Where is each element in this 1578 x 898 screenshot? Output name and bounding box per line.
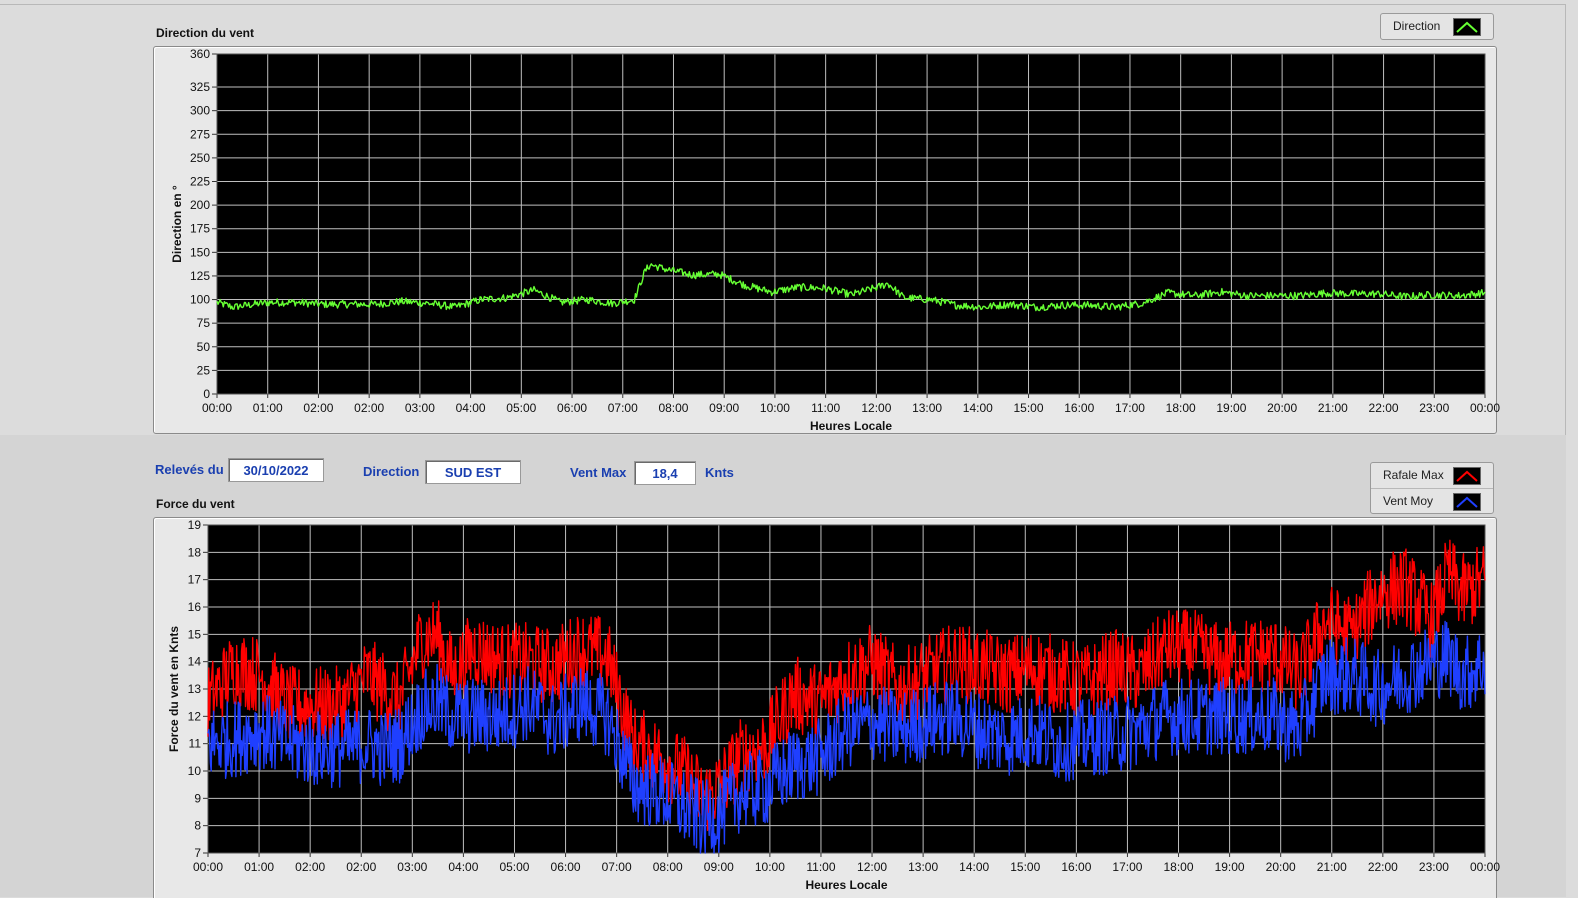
- x-tick-label: 17:00: [1115, 401, 1145, 415]
- y-tick-label: 19: [188, 518, 202, 532]
- x-tick-label: 20:00: [1267, 401, 1297, 415]
- y-tick-label: 225: [190, 175, 210, 189]
- x-tick-label: 01:00: [244, 860, 274, 874]
- x-tick-label: 21:00: [1317, 860, 1347, 874]
- x-tick-label: 05:00: [499, 860, 529, 874]
- y-tick-label: 275: [190, 127, 210, 141]
- x-tick-label: 02:00: [295, 860, 325, 874]
- x-tick-label: 08:00: [653, 860, 683, 874]
- x-tick-label: 21:00: [1318, 401, 1348, 415]
- y-tick-label: 200: [190, 198, 210, 212]
- x-tick-label: 09:00: [704, 860, 734, 874]
- x-tick-label: 15:00: [1010, 860, 1040, 874]
- x-tick-label: 03:00: [397, 860, 427, 874]
- charts-canvas: 00:00 01:00 02:00 02:00 03:00 04:00 05:00 06:00…: [167, 47, 1500, 892]
- x-tick-label: 16:00: [1061, 860, 1091, 874]
- y-tick-label: 150: [190, 245, 210, 259]
- x-tick-label: 23:00: [1419, 860, 1449, 874]
- x-tick-label: 03:00: [405, 401, 435, 415]
- x-tick-label: 10:00: [760, 401, 790, 415]
- y-tick-label: 50: [197, 340, 211, 354]
- x-tick-label: 05:00: [506, 401, 536, 415]
- y-tick-label: 300: [190, 104, 210, 118]
- y-tick-label: 175: [190, 222, 210, 236]
- x-tick-label: 00:00: [193, 860, 223, 874]
- y-tick-label: 10: [188, 764, 202, 778]
- y-tick-label: 18: [188, 545, 202, 559]
- x-tick-label: 08:00: [658, 401, 688, 415]
- x-tick-label: 07:00: [608, 401, 638, 415]
- x-tick-label: 04:00: [448, 860, 478, 874]
- x-tick-label: 04:00: [456, 401, 486, 415]
- x-tick-label: 18:00: [1166, 401, 1196, 415]
- x-tick-label: 11:00: [811, 401, 840, 415]
- x-tick-label: 12:00: [857, 860, 887, 874]
- y-tick-label: 9: [194, 791, 201, 805]
- y-tick-label: 75: [197, 316, 211, 330]
- x-tick-label: 20:00: [1266, 860, 1296, 874]
- y-tick-label: 125: [190, 269, 210, 283]
- y-tick-label: 16: [188, 600, 202, 614]
- x-tick-label: 13:00: [908, 860, 938, 874]
- x-tick-label: 19:00: [1216, 401, 1246, 415]
- x-tick-label: 14:00: [959, 860, 989, 874]
- y-tick-label: 14: [188, 655, 202, 669]
- x-tick-label: 06:00: [557, 401, 587, 415]
- chart-0: 00:00 01:00 02:00 02:00 03:00 04:00 05:00 06:00…: [170, 47, 1500, 433]
- x-tick-label: 00:00: [1470, 860, 1500, 874]
- x-tick-label: 22:00: [1368, 860, 1398, 874]
- x-tick-label: 01:00: [253, 401, 283, 415]
- x-tick-label: 02:00: [303, 401, 333, 415]
- y-tick-label: 0: [203, 387, 210, 401]
- y-tick-label: 12: [188, 709, 202, 723]
- plot-area: [217, 54, 1485, 394]
- x-tick-label: 10:00: [755, 860, 785, 874]
- y-tick-label: 25: [197, 363, 211, 377]
- y-tick-label: 250: [190, 151, 210, 165]
- x-tick-label: 18:00: [1164, 860, 1194, 874]
- x-tick-label: 16:00: [1064, 401, 1094, 415]
- x-tick-label: 19:00: [1215, 860, 1245, 874]
- x-tick-label: 14:00: [963, 401, 993, 415]
- x-tick-label: 02:00: [346, 860, 376, 874]
- y-tick-label: 8: [194, 819, 201, 833]
- y-tick-label: 7: [194, 846, 201, 860]
- y-axis-title: Force du vent en Knts: [167, 626, 181, 752]
- x-tick-label: 23:00: [1419, 401, 1449, 415]
- y-tick-label: 13: [188, 682, 202, 696]
- x-tick-label: 22:00: [1369, 401, 1399, 415]
- x-tick-label: 12:00: [861, 401, 891, 415]
- x-tick-label: 02:00: [354, 401, 384, 415]
- x-axis-title: Heures Locale: [810, 419, 892, 433]
- x-tick-label: 06:00: [551, 860, 581, 874]
- x-tick-label: 09:00: [709, 401, 739, 415]
- x-tick-label: 17:00: [1112, 860, 1142, 874]
- x-tick-label: 00:00: [1470, 401, 1500, 415]
- y-tick-label: 325: [190, 80, 210, 94]
- y-tick-label: 360: [190, 47, 210, 61]
- chart-1: 00:00 01:00 02:00 02:00 03:00 04:00 05:00 06:00…: [167, 518, 1500, 892]
- x-tick-label: 07:00: [602, 860, 632, 874]
- x-tick-label: 11:00: [806, 860, 835, 874]
- y-tick-label: 17: [188, 573, 202, 587]
- y-tick-label: 15: [188, 627, 202, 641]
- x-tick-label: 00:00: [202, 401, 232, 415]
- x-tick-label: 13:00: [912, 401, 942, 415]
- x-axis-title: Heures Locale: [805, 878, 887, 892]
- y-axis-title: Direction en °: [170, 185, 184, 263]
- y-tick-label: 11: [189, 737, 202, 751]
- y-tick-label: 100: [190, 293, 210, 307]
- x-tick-label: 15:00: [1014, 401, 1044, 415]
